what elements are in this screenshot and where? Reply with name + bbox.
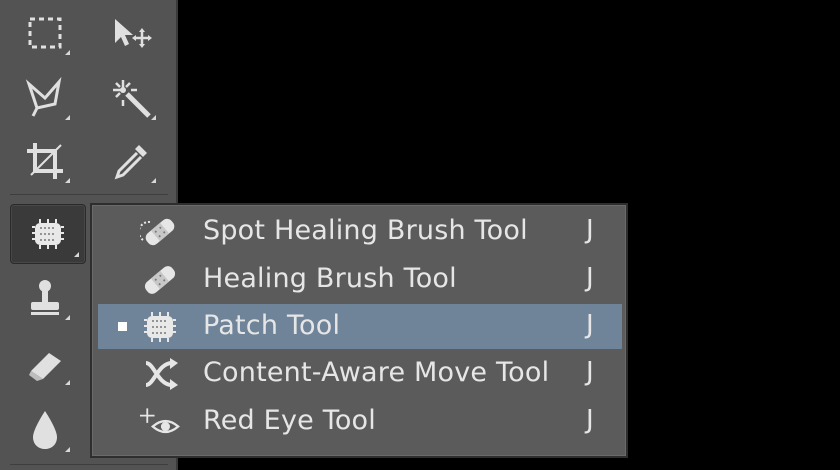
menu-item-content-aware-move-tool[interactable]: Content-Aware Move Tool J	[98, 351, 622, 396]
menu-item-red-eye-tool[interactable]: Red Eye Tool J	[98, 399, 622, 444]
patch-icon	[140, 308, 180, 345]
move-icon	[115, 19, 152, 48]
blur-drop-icon	[33, 411, 57, 449]
menu-item-label: Spot Healing Brush Tool	[203, 215, 528, 246]
menu-item-shortcut: J	[586, 215, 594, 245]
menu-item-shortcut: J	[586, 405, 594, 435]
submenu-indicator	[65, 315, 70, 320]
move-tool[interactable]	[100, 5, 162, 61]
menu-item-label: Healing Brush Tool	[203, 263, 457, 294]
polygonal-lasso-tool[interactable]	[14, 70, 76, 126]
submenu-indicator	[65, 447, 70, 452]
magic-wand-icon	[113, 80, 151, 118]
menu-item-shortcut: J	[586, 357, 594, 387]
healing-brush-icon	[140, 261, 180, 298]
menu-item-shortcut: J	[586, 310, 594, 340]
spot-healing-brush-icon	[140, 213, 180, 250]
menu-item-healing-brush-tool[interactable]: Healing Brush Tool J	[98, 257, 622, 302]
patch-tool[interactable]	[10, 204, 86, 264]
toolbar-separator	[10, 194, 168, 195]
polygonal-lasso-icon	[25, 76, 62, 117]
rectangular-marquee-tool[interactable]	[14, 5, 76, 61]
menu-item-patch-tool[interactable]: Patch Tool J	[98, 304, 622, 349]
blur-tool[interactable]	[14, 402, 76, 458]
selected-bullet-icon	[118, 322, 127, 331]
submenu-indicator	[65, 380, 70, 385]
toolbar-separator	[10, 464, 168, 465]
menu-item-spot-healing-brush-tool[interactable]: Spot Healing Brush Tool J	[98, 209, 622, 254]
eyedropper-tool[interactable]	[100, 133, 162, 189]
clone-stamp-tool[interactable]	[14, 270, 76, 326]
healing-tools-flyout-menu: Spot Healing Brush Tool J Healing Brush …	[90, 203, 628, 458]
menu-item-label: Patch Tool	[203, 310, 341, 341]
clone-stamp-icon	[31, 280, 59, 315]
patch-icon	[32, 219, 64, 249]
submenu-indicator	[65, 115, 70, 120]
submenu-indicator	[74, 252, 79, 257]
crop-icon	[27, 143, 63, 179]
red-eye-icon	[140, 403, 180, 440]
menu-item-label: Red Eye Tool	[203, 405, 376, 436]
menu-item-shortcut: J	[586, 263, 594, 293]
submenu-indicator	[151, 115, 156, 120]
submenu-indicator	[151, 178, 156, 183]
rectangular-marquee-icon	[28, 17, 62, 49]
submenu-indicator	[65, 178, 70, 183]
eyedropper-icon	[114, 145, 147, 180]
submenu-indicator	[65, 50, 70, 55]
eraser-icon	[29, 353, 61, 381]
eraser-tool[interactable]	[14, 335, 76, 391]
menu-item-label: Content-Aware Move Tool	[203, 357, 550, 388]
magic-wand-tool[interactable]	[100, 70, 162, 126]
content-aware-move-icon	[140, 355, 180, 392]
crop-tool[interactable]	[14, 133, 76, 189]
